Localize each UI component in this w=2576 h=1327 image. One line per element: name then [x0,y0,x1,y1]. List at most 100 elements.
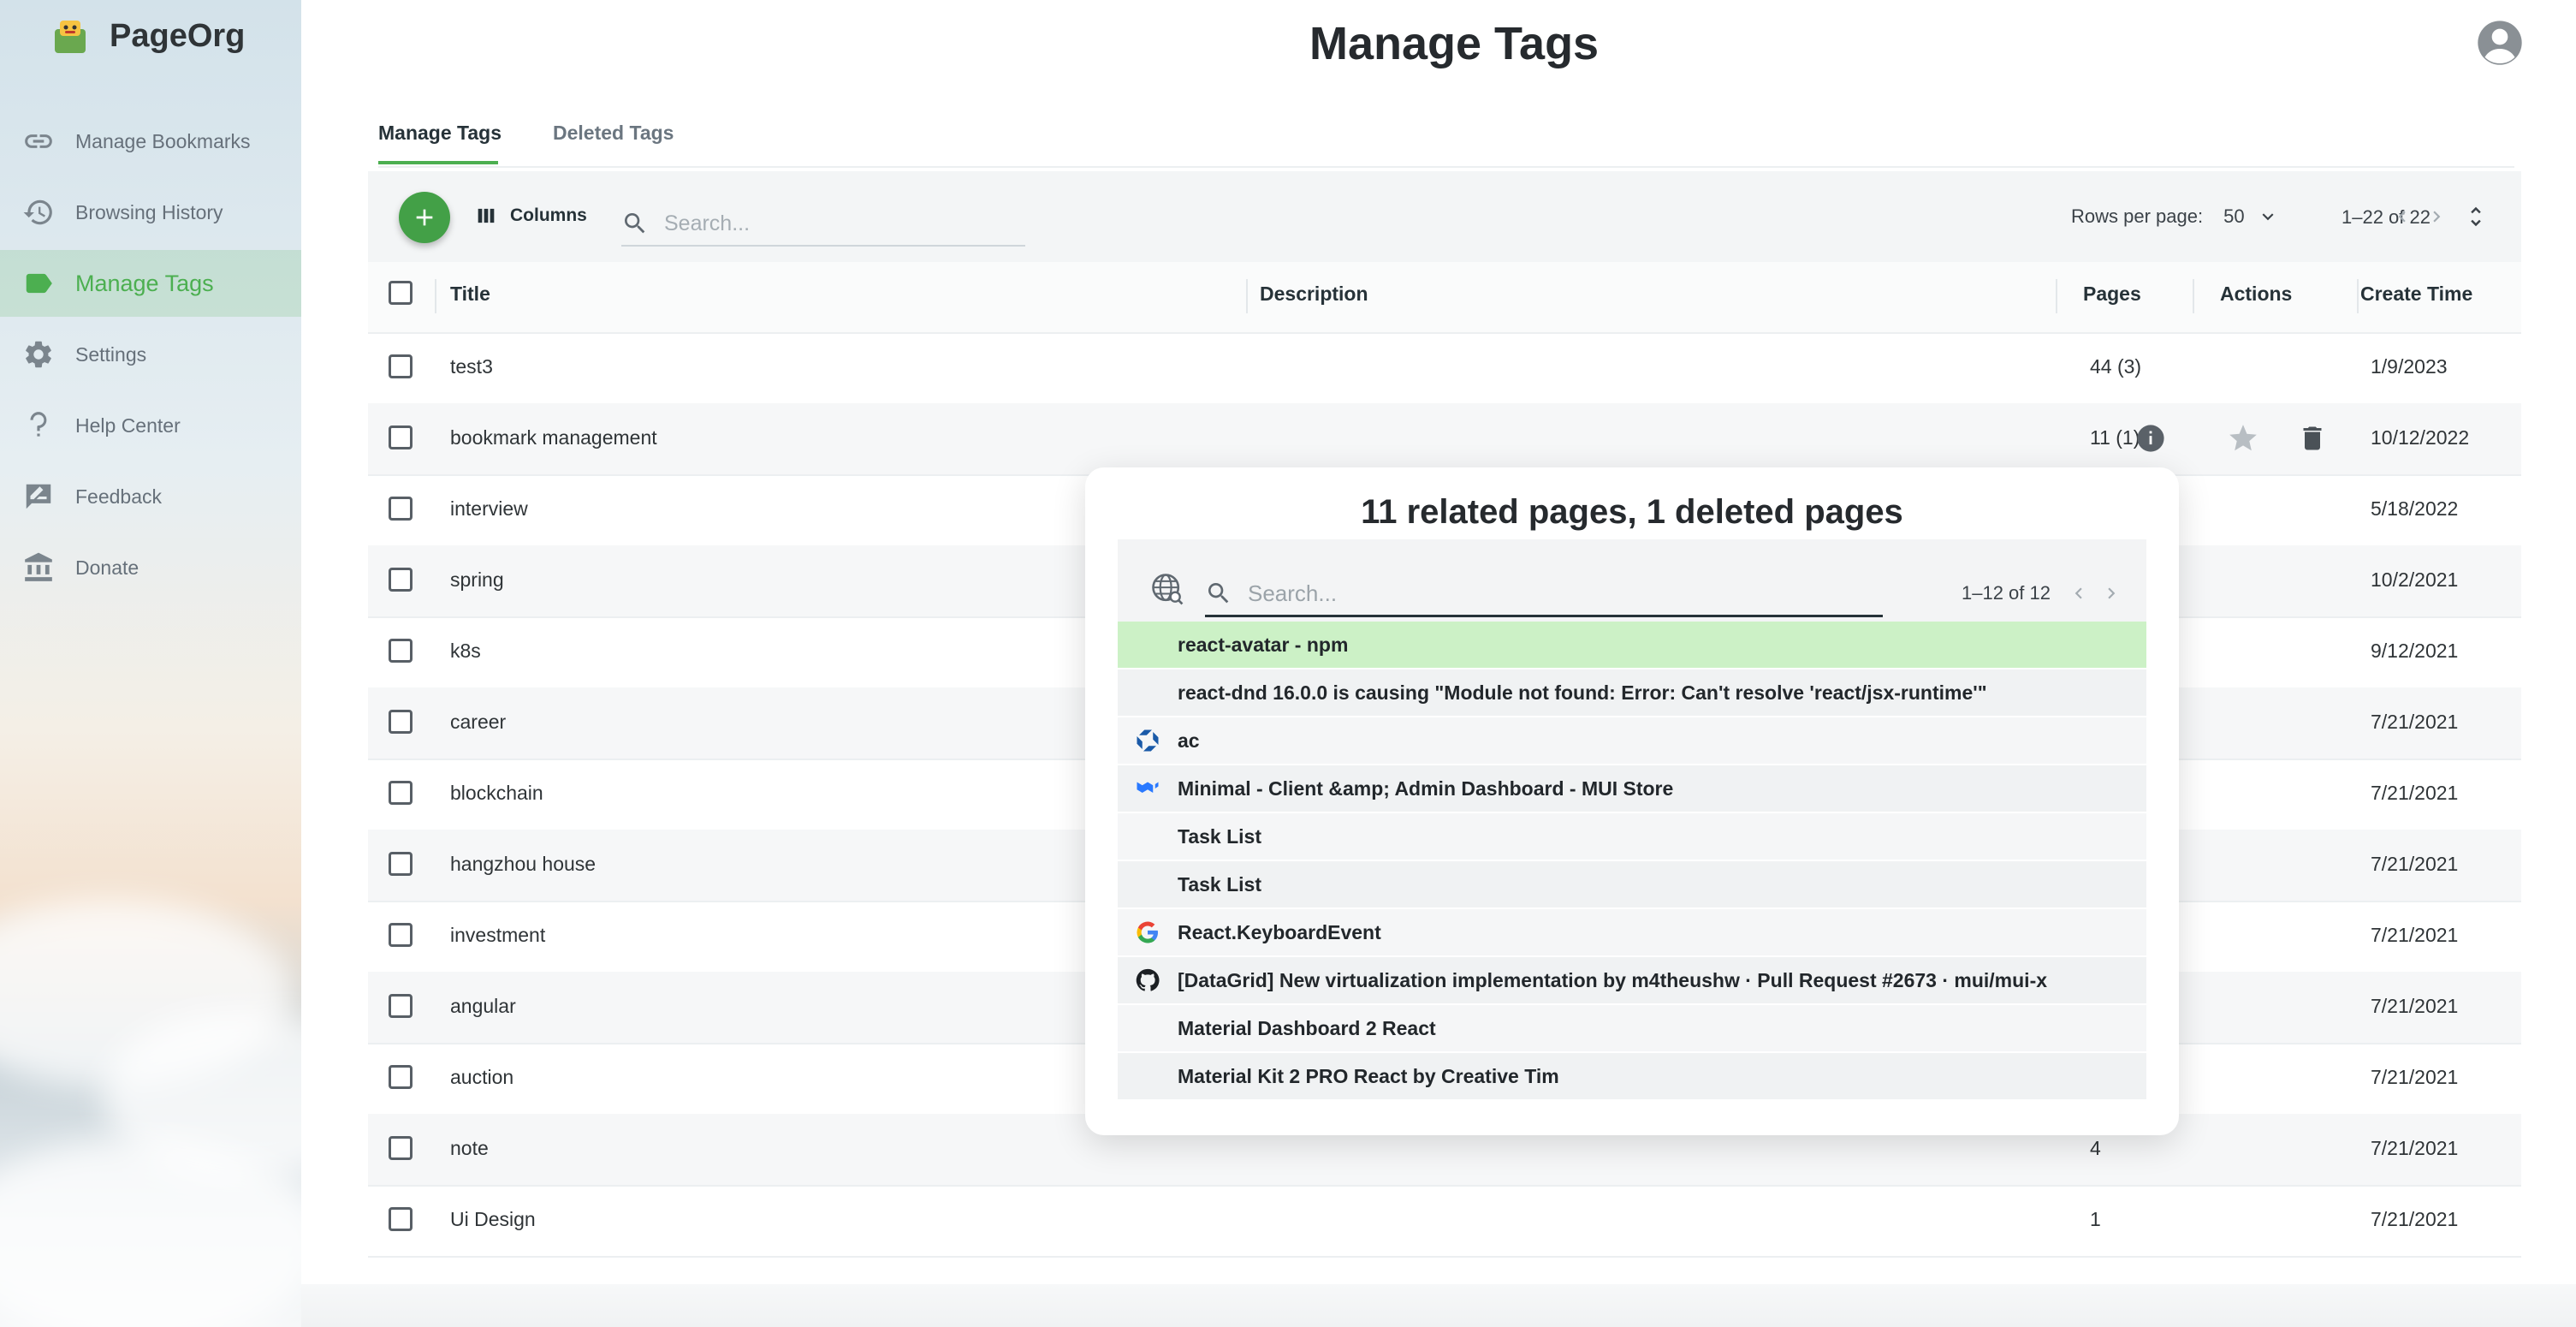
column-separator[interactable] [1246,279,1248,313]
google-icon [1137,921,1158,943]
list-item[interactable]: Material Kit 2 PRO React by Creative Tim [1118,1053,2146,1101]
brand[interactable]: PageOrg [50,15,245,57]
tab-deleted-tags[interactable]: Deleted Tags [553,122,674,145]
column-separator[interactable] [2357,279,2359,313]
select-all-checkbox[interactable] [389,281,413,305]
rows-per-page-select[interactable]: 50 [2223,205,2244,228]
search-icon [625,213,645,234]
column-header-description[interactable]: Description [1260,283,1368,306]
sidebar-item-donate[interactable]: Donate [0,534,301,601]
page-title-link[interactable]: react-avatar - npm [1178,634,1348,657]
globe-search-icon[interactable] [1149,570,1186,608]
tag-create-time: 1/9/2023 [2371,355,2448,378]
chevron-right-icon[interactable] [2425,205,2448,228]
row-checkbox[interactable] [389,425,413,449]
row-checkbox[interactable] [389,1136,413,1160]
tag-title: Ui Design [450,1208,536,1230]
columns-button[interactable]: Columns [474,204,587,228]
chevron-down-icon[interactable] [2257,205,2279,228]
tag-title: auction [450,1066,514,1088]
table-search-input[interactable] [662,210,1008,237]
table-footer-area [301,1284,2576,1327]
sidebar-item-help-center[interactable]: Help Center [0,392,301,459]
list-item[interactable]: Task List [1118,813,2146,861]
column-header-title[interactable]: Title [450,283,490,306]
sidebar-item-manage-tags[interactable]: Manage Tags [0,250,301,317]
page-title-link[interactable]: Material Dashboard 2 React [1178,1017,1436,1040]
page-title-link[interactable]: Material Kit 2 PRO React by Creative Tim [1178,1065,1559,1088]
column-header-pages[interactable]: Pages [2083,283,2141,306]
sidebar-item-label: Browsing History [75,200,223,223]
delete-icon[interactable] [2297,422,2328,455]
plus-icon [416,209,433,226]
history-icon [23,199,52,225]
row-checkbox[interactable] [389,639,413,663]
sidebar-item-manage-bookmarks[interactable]: Manage Bookmarks [0,108,301,175]
table-row[interactable]: Ui Design 1 7/21/2021 [368,1185,2521,1258]
sidebar-item-label: Donate [75,556,139,579]
list-item[interactable]: ac [1118,717,2146,765]
add-tag-button[interactable] [399,192,450,243]
column-separator[interactable] [2056,279,2057,313]
page-title-link[interactable]: React.KeyboardEvent [1178,921,1381,944]
page-title-link[interactable]: Task List [1178,825,1261,848]
row-checkbox[interactable] [389,781,413,805]
logo-icon [55,21,86,53]
list-item[interactable]: react-dnd 16.0.0 is causing "Module not … [1118,669,2146,717]
unfold-icon[interactable] [2463,202,2489,231]
info-icon[interactable] [2136,424,2165,453]
list-item[interactable]: Minimal - Client &amp; Admin Dashboard -… [1118,765,2146,813]
tag-pages: 1 [2090,1208,2101,1230]
table-row[interactable]: test3 44 (3) 1/9/2023 [368,332,2521,405]
page-title-link[interactable]: Minimal - Client &amp; Admin Dashboard -… [1178,777,1673,800]
row-checkbox[interactable] [389,852,413,876]
tag-title: test3 [450,355,493,378]
tag-create-time: 7/21/2021 [2371,1066,2459,1088]
chevron-left-icon[interactable] [2068,582,2090,604]
list-item[interactable]: [DataGrid] New virtualization implementa… [1118,957,2146,1005]
related-pages-popover: 11 related pages, 1 deleted pages 1–12 o… [1085,467,2179,1135]
list-item[interactable]: react-avatar - npm [1118,622,2146,669]
sidebar-item-feedback[interactable]: Feedback [0,463,301,530]
tag-create-time: 9/12/2021 [2371,640,2459,662]
tag-title: angular [450,995,516,1017]
list-item[interactable]: React.KeyboardEvent [1118,909,2146,957]
row-checkbox[interactable] [389,710,413,734]
tag-create-time: 7/21/2021 [2371,711,2459,733]
sidebar-item-settings[interactable]: Settings [0,321,301,388]
list-item[interactable]: Task List [1118,861,2146,909]
tag-title: bookmark management [450,426,657,449]
link-icon [25,134,52,148]
table-row[interactable]: bookmark management 11 (1) 10/12/2022 [368,403,2521,476]
row-checkbox[interactable] [389,354,413,378]
page-title-link[interactable]: [DataGrid] New virtualization implementa… [1178,969,2047,992]
column-header-create-time[interactable]: Create Time [2360,283,2472,306]
tag-title: investment [450,924,546,946]
row-checkbox[interactable] [389,994,413,1018]
chevron-left-icon[interactable] [2391,205,2413,228]
tag-create-time: 7/21/2021 [2371,995,2459,1017]
row-checkbox[interactable] [389,1207,413,1231]
page-title-link[interactable]: react-dnd 16.0.0 is causing "Module not … [1178,681,1987,705]
account-avatar-icon[interactable] [2476,19,2524,67]
popover-search-input[interactable] [1246,579,1849,608]
star-icon[interactable] [2227,422,2259,455]
row-checkbox[interactable] [389,497,413,521]
chevron-right-icon[interactable] [2100,582,2122,604]
row-checkbox[interactable] [389,923,413,947]
row-checkbox[interactable] [389,568,413,592]
app-name: PageOrg [110,17,246,54]
sidebar: PageOrg Manage Bookmarks Browsing Histor… [0,0,301,1327]
sidebar-item-browsing-history[interactable]: Browsing History [0,179,301,246]
tag-create-time: 7/21/2021 [2371,1208,2459,1230]
tag-create-time: 7/21/2021 [2371,924,2459,946]
page-title-link[interactable]: ac [1178,729,1200,753]
row-checkbox[interactable] [389,1065,413,1089]
list-item[interactable]: Material Dashboard 2 React [1118,1005,2146,1053]
tab-manage-tags[interactable]: Manage Tags [378,122,502,145]
column-separator[interactable] [2193,279,2194,313]
column-separator[interactable] [435,279,436,313]
page-title-link[interactable]: Task List [1178,873,1261,896]
popover-search [1205,572,1883,617]
column-header-actions: Actions [2220,283,2293,305]
